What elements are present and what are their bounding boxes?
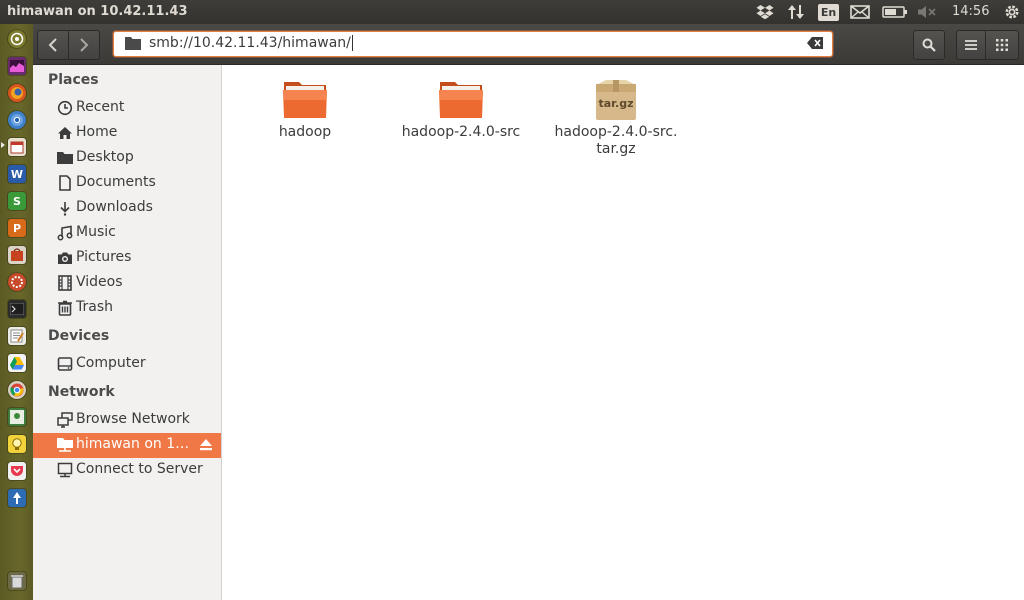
sidebar-item-label: Documents <box>76 174 156 190</box>
sidebar-item-label: Downloads <box>76 199 153 215</box>
header-bar: smb://10.42.11.43/himawan/ <box>33 24 1024 65</box>
file-name-line-2: tar.gz <box>596 141 636 157</box>
calendar-icon[interactable] <box>8 138 26 156</box>
server-icon <box>57 462 73 478</box>
running-indicator <box>1 142 5 148</box>
grid-view-button[interactable] <box>985 30 1019 60</box>
mail-icon[interactable] <box>849 3 871 21</box>
sidebar-item-label: Recent <box>76 99 125 115</box>
trash-icon[interactable] <box>8 572 26 590</box>
search-button[interactable] <box>913 30 945 60</box>
file-name: hadoop-2.4.0-src. tar.gz <box>541 124 691 158</box>
file-name: hadoop <box>278 124 332 140</box>
sidebar-item-label: Browse Network <box>76 411 190 427</box>
dropbox-icon[interactable] <box>755 3 775 21</box>
chromium-icon[interactable] <box>8 111 26 129</box>
network-share-icon <box>57 437 73 453</box>
home-icon <box>57 125 73 141</box>
sidebar-item-home[interactable]: Home <box>33 121 221 146</box>
top-panel: himawan on 10.42.11.43 En 14:56 <box>0 0 1024 24</box>
document-icon <box>57 175 73 191</box>
file-view: hadoop hadoop-2.4.0-src tar.gz hadoop-2.… <box>222 65 1024 600</box>
sidebar-item-label: himawan on 1… <box>76 436 190 452</box>
chrome-icon[interactable] <box>8 381 26 399</box>
file-name-line-1: hadoop-2.4.0-src. <box>554 124 678 140</box>
camera-icon <box>57 250 73 266</box>
folder-icon <box>125 36 141 54</box>
firefox-icon[interactable] <box>8 84 26 102</box>
pocket-icon[interactable] <box>8 462 26 480</box>
forward-button[interactable] <box>68 30 100 60</box>
network-heading: Network <box>48 384 115 400</box>
launcher: W S P <box>0 24 34 600</box>
eject-icon[interactable] <box>199 438 213 456</box>
network-transfer-icon[interactable] <box>786 3 806 21</box>
sidebar-item-desktop[interactable]: Desktop <box>33 146 221 171</box>
network-icon <box>57 412 73 428</box>
sidebar-item-computer[interactable]: Computer <box>33 352 221 377</box>
sidebar-item-recent[interactable]: Recent <box>33 96 221 121</box>
session-gear-icon[interactable] <box>1003 3 1021 21</box>
location-input[interactable]: smb://10.42.11.43/himawan/ <box>149 35 353 51</box>
places-heading: Places <box>48 72 99 88</box>
location-bar[interactable]: smb://10.42.11.43/himawan/ <box>113 31 833 57</box>
terminal-icon[interactable] <box>8 300 26 318</box>
keyboard-language-indicator[interactable]: En <box>818 4 839 21</box>
sidebar-item-videos[interactable]: Videos <box>33 271 221 296</box>
clock-icon <box>57 100 73 116</box>
file-item[interactable]: hadoop-2.4.0-src <box>386 78 536 141</box>
sidebar-item-trash[interactable]: Trash <box>33 296 221 321</box>
sidebar-item-label: Computer <box>76 355 146 371</box>
sidebar-item-music[interactable]: Music <box>33 221 221 246</box>
sidebar-item-label: Pictures <box>76 249 132 265</box>
menu-button[interactable] <box>956 30 986 60</box>
archive-icon: tar.gz <box>592 78 640 122</box>
file-name: hadoop-2.4.0-src <box>401 124 521 140</box>
back-button[interactable] <box>37 30 69 60</box>
writer-icon[interactable]: W <box>8 165 26 183</box>
sidebar-item-label: Home <box>76 124 118 140</box>
download-icon <box>57 200 73 216</box>
clock[interactable]: 14:56 <box>952 4 989 19</box>
sidebar-item-pictures[interactable]: Pictures <box>33 246 221 271</box>
file-item[interactable]: tar.gz hadoop-2.4.0-src. tar.gz <box>541 78 691 158</box>
archive-badge: tar.gz <box>598 97 634 110</box>
battery-icon[interactable] <box>882 3 908 21</box>
calc-icon[interactable]: S <box>8 192 26 210</box>
settings-icon[interactable] <box>8 273 26 291</box>
file-item[interactable]: hadoop <box>230 78 380 141</box>
dash-home-icon[interactable] <box>8 30 26 48</box>
folder-icon <box>281 78 329 122</box>
sidebar-item-label: Videos <box>76 274 123 290</box>
sidebar-item-label: Connect to Server <box>76 461 203 477</box>
sidebar-item-label: Desktop <box>76 149 134 165</box>
sidebar-item-downloads[interactable]: Downloads <box>33 196 221 221</box>
window-title: himawan on 10.42.11.43 <box>7 4 188 19</box>
drive-icon[interactable] <box>8 354 26 372</box>
clear-icon[interactable] <box>807 37 823 53</box>
music-icon <box>57 225 73 241</box>
sidebar-item-label: Trash <box>76 299 113 315</box>
software-center-icon[interactable] <box>8 246 26 264</box>
sidebar-item-label: Music <box>76 224 116 240</box>
sidebar-item-connect-to-server[interactable]: Connect to Server <box>33 458 221 483</box>
sidebar: Places Recent Home Desktop Documents Dow… <box>33 65 222 600</box>
transmission-icon[interactable] <box>8 489 26 507</box>
volume-muted-icon[interactable] <box>917 3 937 21</box>
film-icon <box>57 275 73 291</box>
impress-icon[interactable]: P <box>8 219 26 237</box>
text-editor-icon[interactable] <box>8 327 26 345</box>
sidebar-item-documents[interactable]: Documents <box>33 171 221 196</box>
lightbulb-icon[interactable] <box>8 435 26 453</box>
multiload-icon[interactable] <box>8 57 26 75</box>
devices-heading: Devices <box>48 328 110 344</box>
sidebar-item-browse-network[interactable]: Browse Network <box>33 408 221 433</box>
folder-icon <box>57 150 73 166</box>
sidebar-item-himawan-share[interactable]: himawan on 1… <box>33 433 221 458</box>
maps-icon[interactable] <box>8 408 26 426</box>
drive-icon <box>57 356 73 372</box>
folder-icon <box>437 78 485 122</box>
trash-icon <box>57 300 73 316</box>
